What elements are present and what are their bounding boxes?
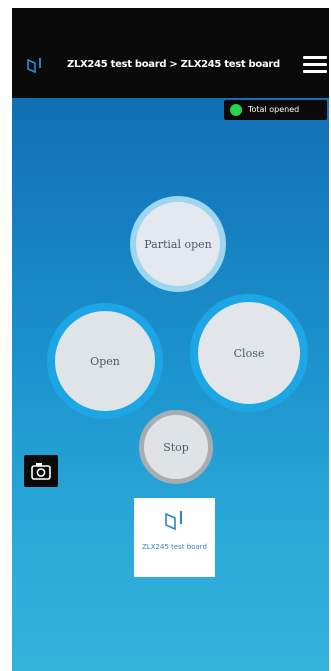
status-indicator-dot	[230, 104, 242, 116]
close-button[interactable]: Close	[190, 294, 308, 412]
status-badge: Total opened	[224, 100, 327, 120]
device-card-label: ZLX245 test board	[142, 543, 207, 551]
partial-open-button[interactable]: Partial open	[130, 196, 226, 292]
close-label: Close	[233, 346, 265, 360]
stop-button[interactable]: Stop	[139, 410, 213, 484]
open-button[interactable]: Open	[47, 303, 163, 419]
status-label: Total opened	[248, 105, 300, 114]
camera-button[interactable]	[24, 455, 58, 487]
status-bar	[12, 8, 329, 28]
brand-logo-icon[interactable]	[26, 56, 44, 74]
brand-logo-icon	[165, 511, 182, 531]
app-header: ZLX245 test board > ZLX245 test board	[12, 28, 329, 98]
camera-icon	[31, 463, 51, 480]
stop-label: Stop	[163, 440, 189, 454]
hamburger-menu-icon[interactable]	[303, 56, 327, 74]
device-card[interactable]: ZLX245 test board	[134, 498, 215, 577]
open-label: Open	[90, 354, 120, 368]
partial-open-label: Partial open	[144, 237, 212, 251]
page-title: ZLX245 test board > ZLX245 test board	[67, 59, 280, 70]
app-screen: ZLX245 test board > ZLX245 test board To…	[12, 8, 329, 671]
